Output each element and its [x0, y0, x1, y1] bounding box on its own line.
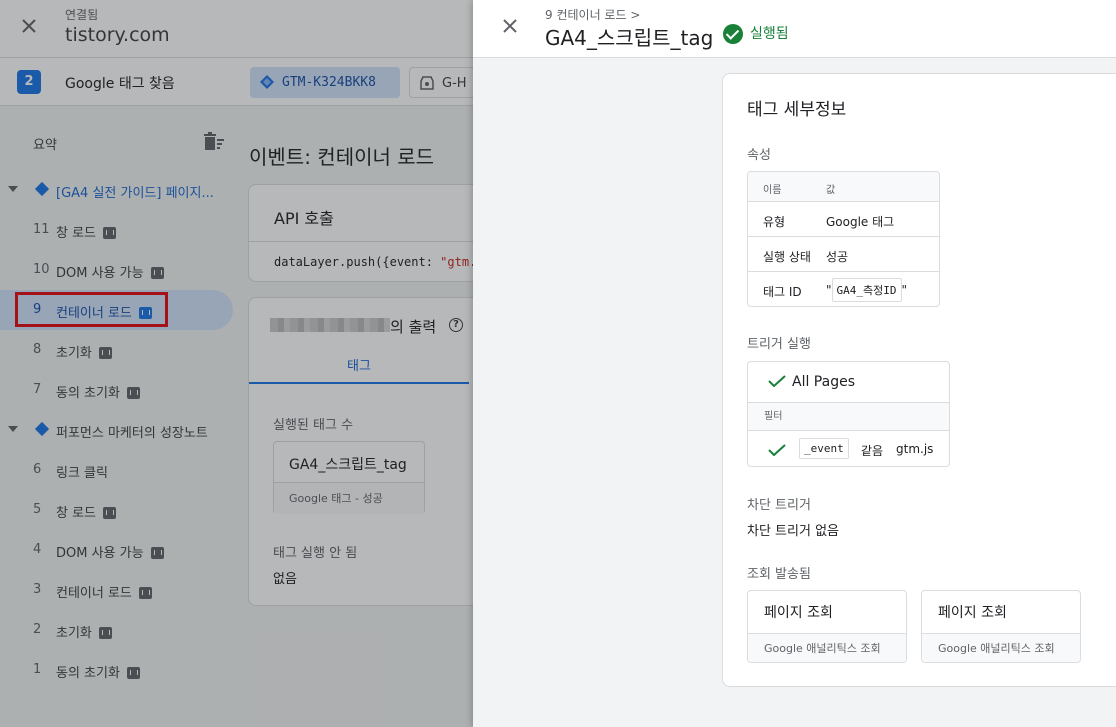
- column-header-value: 값: [826, 185, 836, 196]
- property-name: 유형: [763, 215, 786, 229]
- drawer-header: 9 컨테이너 로드 > GA4_스크립트_tag 실행됨: [473, 0, 1116, 58]
- filter-heading: 필터: [748, 403, 949, 431]
- close-icon[interactable]: [499, 15, 521, 37]
- table-header-row: 이름 값: [748, 172, 939, 202]
- hit-name: 페이지 조회: [764, 605, 833, 621]
- variable-pill[interactable]: GA4_측정ID: [831, 278, 902, 302]
- property-value: " GA4_측정ID ": [826, 278, 907, 302]
- hit-card[interactable]: 페이지 조회 Google 애널리틱스 조회: [747, 590, 907, 663]
- status-label: 실행됨: [750, 26, 789, 42]
- table-row: 태그 ID " GA4_측정ID ": [748, 272, 939, 306]
- filter-value: gtm.js: [896, 442, 934, 456]
- property-value: Google 태그: [826, 215, 895, 229]
- filter-row: _event 같음 gtm.js: [748, 432, 949, 466]
- property-name: 태그 ID: [763, 285, 802, 299]
- property-name: 실행 상태: [763, 250, 811, 264]
- table-row: 유형 Google 태그: [748, 202, 939, 237]
- breadcrumb[interactable]: 9 컨테이너 로드 >: [545, 6, 640, 23]
- details-title: 태그 세부정보: [747, 100, 847, 120]
- hit-name: 페이지 조회: [938, 605, 1007, 621]
- hit-subtitle: Google 애널리틱스 조회: [748, 633, 906, 662]
- variable-pill[interactable]: _event: [799, 438, 849, 459]
- check-icon: [768, 375, 786, 387]
- properties-table: 이름 값 유형 Google 태그 실행 상태 성공 태그 ID " GA4_측정…: [747, 171, 940, 307]
- trigger-card[interactable]: All Pages 필터 _event 같음 gtm.js: [747, 361, 950, 467]
- property-value: 성공: [826, 250, 849, 264]
- drawer-title: GA4_스크립트_tag: [545, 26, 714, 50]
- tag-details-card: 태그 세부정보 속성 이름 값 유형 Google 태그 실행 상태 성공 태그…: [722, 73, 1116, 687]
- properties-heading: 속성: [747, 148, 771, 163]
- blocking-value: 차단 트리거 없음: [747, 524, 839, 539]
- status-badge: 실행됨: [723, 24, 789, 44]
- table-row: 실행 상태 성공: [748, 237, 939, 272]
- hit-subtitle: Google 애널리틱스 조회: [922, 633, 1080, 662]
- tag-detail-drawer: 9 컨테이너 로드 > GA4_스크립트_tag 실행됨 태그 세부정보 속성 …: [473, 0, 1116, 727]
- filter-operator: 같음: [861, 444, 884, 458]
- hit-card[interactable]: 페이지 조회 Google 애널리틱스 조회: [921, 590, 1081, 663]
- hits-heading: 조회 발송됨: [747, 567, 811, 582]
- trigger-name: All Pages: [792, 374, 855, 390]
- column-header-name: 이름: [763, 185, 782, 196]
- check-icon: [768, 444, 786, 456]
- check-circle-icon: [723, 24, 743, 44]
- triggers-heading: 트리거 실행: [747, 337, 811, 352]
- blocking-heading: 차단 트리거: [747, 498, 811, 513]
- trigger-row: All Pages: [748, 362, 949, 403]
